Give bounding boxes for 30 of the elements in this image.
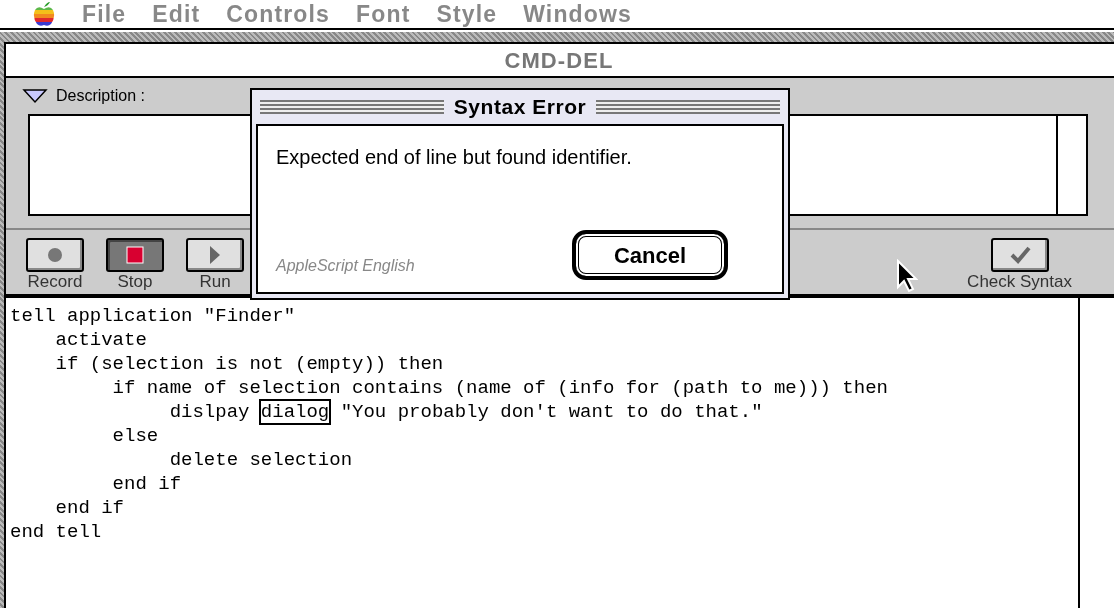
check-button[interactable] <box>990 238 1049 272</box>
language-label: AppleScript English <box>276 256 415 276</box>
dialog-title: Syntax Error <box>453 94 587 121</box>
error-message: Expected end of line but found identifier. <box>276 145 633 170</box>
code-line: tell application "Finder" <box>10 305 296 327</box>
window-title: CMD-DEL <box>504 46 614 75</box>
code-line: if name of selection contains (name of (info for (path to me))) then <box>111 377 888 399</box>
code-line: activate <box>54 329 147 351</box>
button-label: Record <box>27 272 83 292</box>
disclosure-triangle-icon[interactable] <box>22 88 48 104</box>
record-button[interactable] <box>26 238 84 272</box>
run-button[interactable] <box>186 238 244 272</box>
description-label: Description : <box>56 86 145 106</box>
code-line: delete selection <box>168 449 353 471</box>
apple-logo-icon[interactable] <box>32 1 56 27</box>
stop-icon <box>123 245 147 265</box>
stop-button[interactable] <box>106 238 164 272</box>
button-label: Check Syntax <box>967 272 1072 292</box>
code-text: dislpay <box>168 401 251 423</box>
cancel-button[interactable]: Cancel <box>572 230 728 280</box>
code-text: "You probably don't want to do that." <box>339 401 763 423</box>
error-highlight: dialog <box>260 401 330 423</box>
code-line: else <box>111 425 159 447</box>
button-label: Run <box>199 272 231 292</box>
pointer-icon <box>896 259 918 293</box>
button-label: Stop <box>117 272 153 292</box>
code-line: end if <box>54 497 125 519</box>
code-line: if (selection is not (empty)) then <box>54 353 444 375</box>
code-line: end tell <box>10 521 102 543</box>
code-line: end if <box>111 473 182 495</box>
